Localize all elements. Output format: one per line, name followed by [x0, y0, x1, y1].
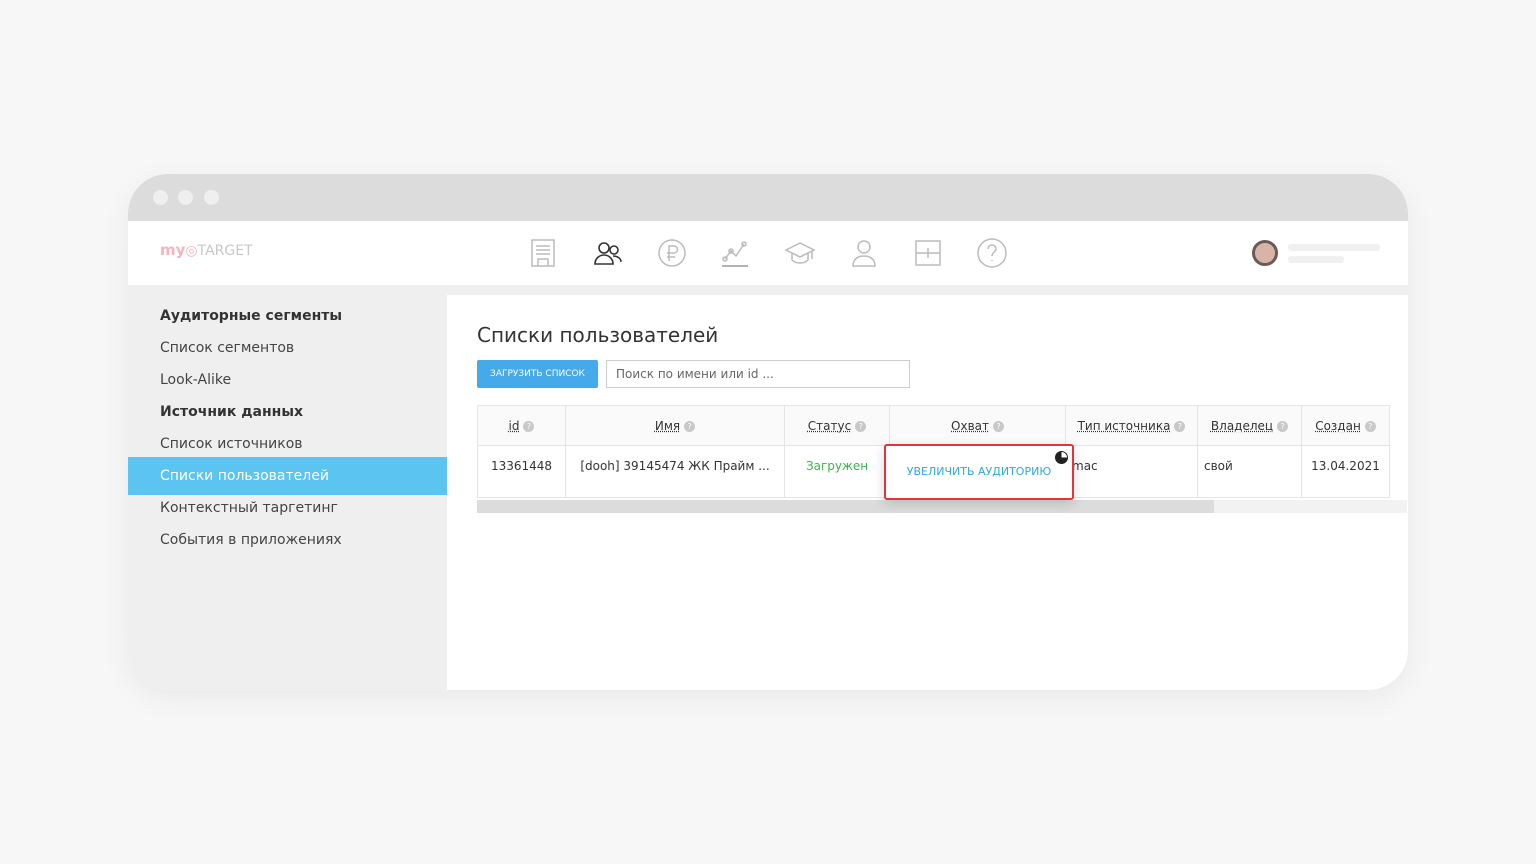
- document-icon[interactable]: [528, 237, 560, 269]
- help-icon[interactable]: ?: [1364, 420, 1376, 432]
- expand-audience-link[interactable]: УВЕЛИЧИТЬ АУДИТОРИЮ: [907, 465, 1051, 478]
- help-icon[interactable]: ?: [684, 420, 696, 432]
- app-header: my◎TARGET: [128, 221, 1408, 285]
- upload-list-button[interactable]: ЗАГРУЗИТЬ СПИСОК: [477, 360, 598, 388]
- page-title: Списки пользователей: [477, 323, 719, 347]
- cell-status: Загружен: [784, 445, 890, 498]
- cell-owner: свой: [1197, 445, 1302, 498]
- title-bar: [128, 174, 1408, 221]
- cell-id: 13361448: [477, 445, 566, 498]
- expand-audience-popup[interactable]: УВЕЛИЧИТЬ АУДИТОРИЮ: [884, 444, 1074, 500]
- username-placeholder: [1288, 244, 1380, 251]
- column-status[interactable]: Статус?: [784, 405, 890, 446]
- pie-chart-icon: [1055, 451, 1068, 464]
- cell-created: 13.04.2021: [1301, 445, 1390, 498]
- logo-circle: ◎: [185, 243, 198, 259]
- cell-name[interactable]: [dooh] 39145474 ЖК Прайм ...: [565, 445, 785, 498]
- account-placeholder: [1288, 256, 1344, 263]
- window-minimize-dot[interactable]: [178, 190, 193, 205]
- window-maximize-dot[interactable]: [204, 190, 219, 205]
- column-name[interactable]: Имя?: [565, 405, 785, 446]
- column-source-type[interactable]: Тип источника?: [1065, 405, 1198, 446]
- column-created[interactable]: Создан?: [1301, 405, 1390, 446]
- main-content: Списки пользователей ЗАГРУЗИТЬ СПИСОК По…: [447, 295, 1408, 690]
- column-id[interactable]: id?: [477, 405, 566, 446]
- stats-icon[interactable]: [720, 237, 752, 269]
- table-header-row: id? Имя? Статус? Охват? Тип источника? В…: [477, 405, 1390, 446]
- scrollbar-thumb[interactable]: [477, 500, 1214, 513]
- mytarget-logo[interactable]: my◎TARGET: [160, 241, 253, 259]
- cell-source-type: mac: [1065, 445, 1198, 498]
- help-icon[interactable]: ?: [992, 420, 1004, 432]
- user-avatar[interactable]: [1252, 240, 1278, 266]
- sidebar-item-app-events[interactable]: События в приложениях: [128, 521, 447, 559]
- profile-icon[interactable]: [848, 237, 880, 269]
- horizontal-scrollbar[interactable]: [477, 500, 1407, 513]
- help-icon[interactable]: ?: [1174, 420, 1186, 432]
- help-icon[interactable]: ?: [855, 420, 867, 432]
- ruble-icon[interactable]: [656, 237, 688, 269]
- sidebar: Аудиторные сегменты Список сегментов Loo…: [128, 285, 447, 690]
- audience-icon[interactable]: [592, 237, 624, 269]
- help-icon[interactable]: ?: [523, 420, 535, 432]
- logo-target: TARGET: [197, 243, 253, 259]
- help-icon[interactable]: [976, 237, 1008, 269]
- browser-window: my◎TARGET Аудиторные сегменты Список сег…: [128, 174, 1408, 690]
- column-reach[interactable]: Охват?: [889, 405, 1066, 446]
- help-icon[interactable]: ?: [1277, 420, 1289, 432]
- search-input[interactable]: Поиск по имени или id ...: [606, 360, 910, 388]
- column-owner[interactable]: Владелец?: [1197, 405, 1302, 446]
- education-icon[interactable]: [784, 237, 816, 269]
- logo-my: my: [160, 241, 186, 259]
- layout-icon[interactable]: [912, 237, 944, 269]
- window-close-dot[interactable]: [153, 190, 168, 205]
